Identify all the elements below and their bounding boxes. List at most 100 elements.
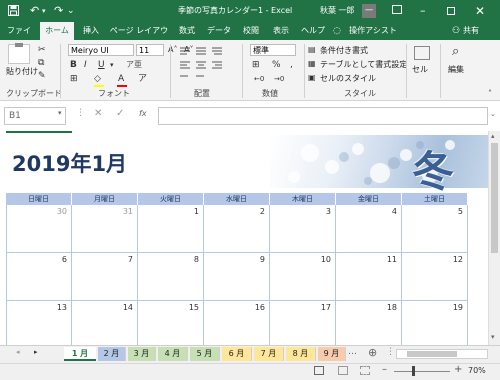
weekday-header-tuesday[interactable]: 火曜日 [138,193,204,205]
alignment-buttons[interactable] [178,46,228,82]
next-sheet-icon[interactable]: ▸ [34,348,38,356]
calendar-day-cell[interactable]: 6 [6,253,72,301]
name-box[interactable]: B1 [4,107,66,125]
weekday-header-monday[interactable]: 月曜日 [72,193,138,205]
expand-formula-bar-icon[interactable]: ⌄ [490,110,496,118]
weekday-header-friday[interactable]: 金曜日 [336,193,402,205]
calendar-day-cell[interactable]: 10 [270,253,336,301]
undo-dropdown-icon[interactable]: ▾ [42,0,46,22]
copy-icon[interactable]: ⧉ [38,57,44,69]
tab-review[interactable]: 校閲 [238,22,264,40]
tab-tell-me[interactable]: 操作アシスト [345,22,401,40]
calendar-day-cell[interactable]: 18 [336,301,402,349]
calendar-day-cell[interactable]: 13 [6,301,72,349]
prev-sheet-icon[interactable]: ◂ [16,348,20,356]
calendar-day-cell[interactable]: 2 [204,205,270,253]
format-as-table-button[interactable]: テーブルとして書式設定 [320,59,407,70]
undo-icon[interactable]: ↶ [30,0,39,22]
close-icon[interactable]: ✕ [475,0,485,22]
save-icon[interactable] [8,0,19,24]
collapse-ribbon-icon[interactable]: ˄ [488,88,492,100]
sheet-tab-6[interactable]: 6 月 [222,347,252,361]
cell-styles-button[interactable]: セルのスタイル [320,73,376,84]
calendar-day-cell[interactable]: 9 [204,253,270,301]
calendar-title[interactable]: 2019年1月 [12,148,127,178]
more-sheets-icon[interactable]: … [348,347,357,357]
paste-icon[interactable] [8,43,30,64]
calendar-day-cell[interactable]: 30 [6,205,72,253]
paste-button[interactable]: 貼り付け [6,66,38,77]
calendar-day-cell[interactable]: 16 [204,301,270,349]
calendar-day-cell[interactable]: 11 [336,253,402,301]
underline-dropdown-icon[interactable]: ▾ [110,59,114,71]
tab-help[interactable]: ヘルプ [298,22,328,40]
weekday-header-saturday[interactable]: 土曜日 [402,193,468,205]
phonetic-icon[interactable]: ア亜 [126,59,142,71]
normal-view-icon[interactable] [314,366,324,375]
scroll-down-icon[interactable]: ▾ [491,333,495,341]
sheet-tab-7[interactable]: 7 月 [254,347,284,361]
insert-function-button[interactable]: fx [139,109,147,118]
avatar[interactable]: 一 [362,4,376,18]
maximize-icon[interactable] [447,7,455,15]
calendar-day-cell[interactable]: 17 [270,301,336,349]
underline-button[interactable]: U [98,59,105,71]
tab-file[interactable]: ファイル [4,22,34,53]
vertical-scrollbar[interactable]: ▴ ▾ [488,131,500,345]
fill-color-icon[interactable]: ◇ [94,73,101,85]
tab-data[interactable]: データ [204,22,234,40]
formula-input[interactable] [158,107,488,125]
name-box-dropdown-icon[interactable]: ▾ [58,109,62,117]
calendar-day-cell[interactable]: 8 [138,253,204,301]
calendar-day-cell[interactable]: 31 [72,205,138,253]
calendar-day-cell[interactable]: 14 [72,301,138,349]
calendar-day-cell[interactable]: 7 [72,253,138,301]
italic-button[interactable]: I [84,59,87,71]
font-color-icon[interactable]: A [118,73,124,85]
sheet-tab-5[interactable]: 5 月 [190,347,220,361]
bold-button[interactable]: B [70,59,77,71]
customize-qat-icon[interactable]: ⌄ [67,0,75,22]
tab-view[interactable]: 表示 [268,22,294,40]
calendar-day-cell[interactable]: 3 [270,205,336,253]
minimize-icon[interactable]: – [420,0,426,22]
calendar-day-cell[interactable]: 4 [336,205,402,253]
enter-icon[interactable]: ✓ [116,108,124,119]
percent-button[interactable]: % [272,59,281,71]
user-name[interactable]: 秋葉 一郎 [320,0,355,22]
zoom-out-icon[interactable]: – [382,364,387,375]
sheet-tab-2[interactable]: 2 月 [98,347,126,361]
calendar-day-cell[interactable]: 12 [402,253,468,301]
font-name-dropdown[interactable]: Meiryo UI [68,44,134,56]
sheet-tab-1[interactable]: 1 月 [64,347,96,361]
weekday-header-wednesday[interactable]: 水曜日 [204,193,270,205]
weekday-header-thursday[interactable]: 木曜日 [270,193,336,205]
tab-page-layout[interactable]: ページ レイアウト [108,22,170,53]
calendar-day-cell[interactable]: 5 [402,205,468,253]
sheet-tab-4[interactable]: 4 月 [158,347,188,361]
sheet-tab-3[interactable]: 3 月 [128,347,156,361]
zoom-in-icon[interactable]: + [454,364,462,375]
tab-splitter-icon[interactable]: ⋮ [386,347,395,357]
zoom-slider-thumb[interactable] [412,366,415,376]
cells-button[interactable]: セル [412,64,428,75]
scroll-up-icon[interactable]: ▴ [491,132,495,140]
zoom-slider[interactable] [394,371,450,372]
add-sheet-icon[interactable]: ⊕ [368,346,377,359]
calendar-day-cell[interactable]: 1 [138,205,204,253]
accounting-format-icon[interactable]: ⊞ [252,59,260,71]
decrease-decimal-icon[interactable]: →0 [274,73,284,85]
zoom-level[interactable]: 70% [468,366,486,375]
weekday-header-sunday[interactable]: 日曜日 [6,193,72,205]
vertical-scroll-thumb[interactable] [491,143,498,253]
tab-insert[interactable]: 挿入 [78,22,104,40]
borders-icon[interactable]: ⊞ [70,73,78,85]
editing-button[interactable]: 編集 [448,64,464,75]
tab-home[interactable]: ホーム [40,22,74,40]
horizontal-scrollbar[interactable] [396,349,488,359]
redo-icon[interactable]: ↷ [54,0,63,22]
calendar-day-cell[interactable]: 19 [402,301,468,349]
cut-icon[interactable]: ✂ [38,44,46,56]
ribbon-display-options-icon[interactable] [392,5,402,14]
format-painter-icon[interactable]: ✎ [38,70,46,82]
